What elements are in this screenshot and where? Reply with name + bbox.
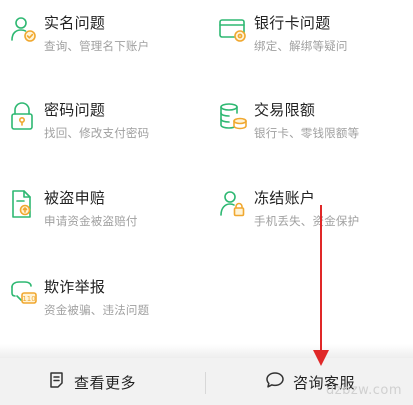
item-title: 被盗申赔 [44,189,106,207]
card-shadow [0,344,413,358]
item-desc: 手机丢失、资金保护 [254,214,360,228]
item-desc: 找回、修改支付密码 [44,126,150,140]
item-desc: 绑定、解绑等疑问 [254,39,348,53]
chat-bubble-icon [265,371,285,393]
annotation-arrow-shaft [320,205,322,355]
item-title: 银行卡问题 [254,14,331,32]
footer-divider [205,372,206,394]
item-desc: 查询、管理名下账户 [44,39,150,53]
lock-icon [8,101,38,131]
annotation-arrow-head [313,350,329,366]
watermark: dzbzw.com [326,383,402,398]
item-title: 密码问题 [44,101,106,119]
item-desc: 资金被骗、违法问题 [44,303,150,317]
item-desc: 银行卡、零钱限额等 [254,126,360,140]
svg-text:110: 110 [22,295,35,303]
person-lock-icon [218,189,248,219]
coin-stack-icon [218,101,248,131]
item-title: 交易限额 [254,101,316,119]
bank-card-icon [218,14,248,44]
view-more-label: 查看更多 [74,373,137,392]
item-title: 欺诈举报 [44,278,106,296]
item-bank-card[interactable]: 银行卡问题 绑定、解绑等疑问 [218,14,408,58]
document-icon [48,371,66,393]
claim-document-icon [8,189,38,219]
item-transaction-limit[interactable]: 交易限额 银行卡、零钱限额等 [218,101,408,145]
item-real-name[interactable]: 实名问题 查询、管理名下账户 [8,14,198,58]
item-desc: 申请资金被盗赔付 [44,214,138,228]
item-title: 冻结账户 [254,189,316,207]
item-password[interactable]: 密码问题 找回、修改支付密码 [8,101,198,145]
item-fraud-report[interactable]: 110 欺诈举报 资金被骗、违法问题 [8,278,198,322]
report-110-icon: 110 [8,278,38,308]
item-freeze-account[interactable]: 冻结账户 手机丢失、资金保护 [218,189,408,233]
item-theft-claim[interactable]: 被盗申赔 申请资金被盗赔付 [8,189,198,233]
item-title: 实名问题 [44,14,106,32]
view-more-button[interactable]: 查看更多 [48,362,136,402]
person-check-icon [8,14,38,44]
